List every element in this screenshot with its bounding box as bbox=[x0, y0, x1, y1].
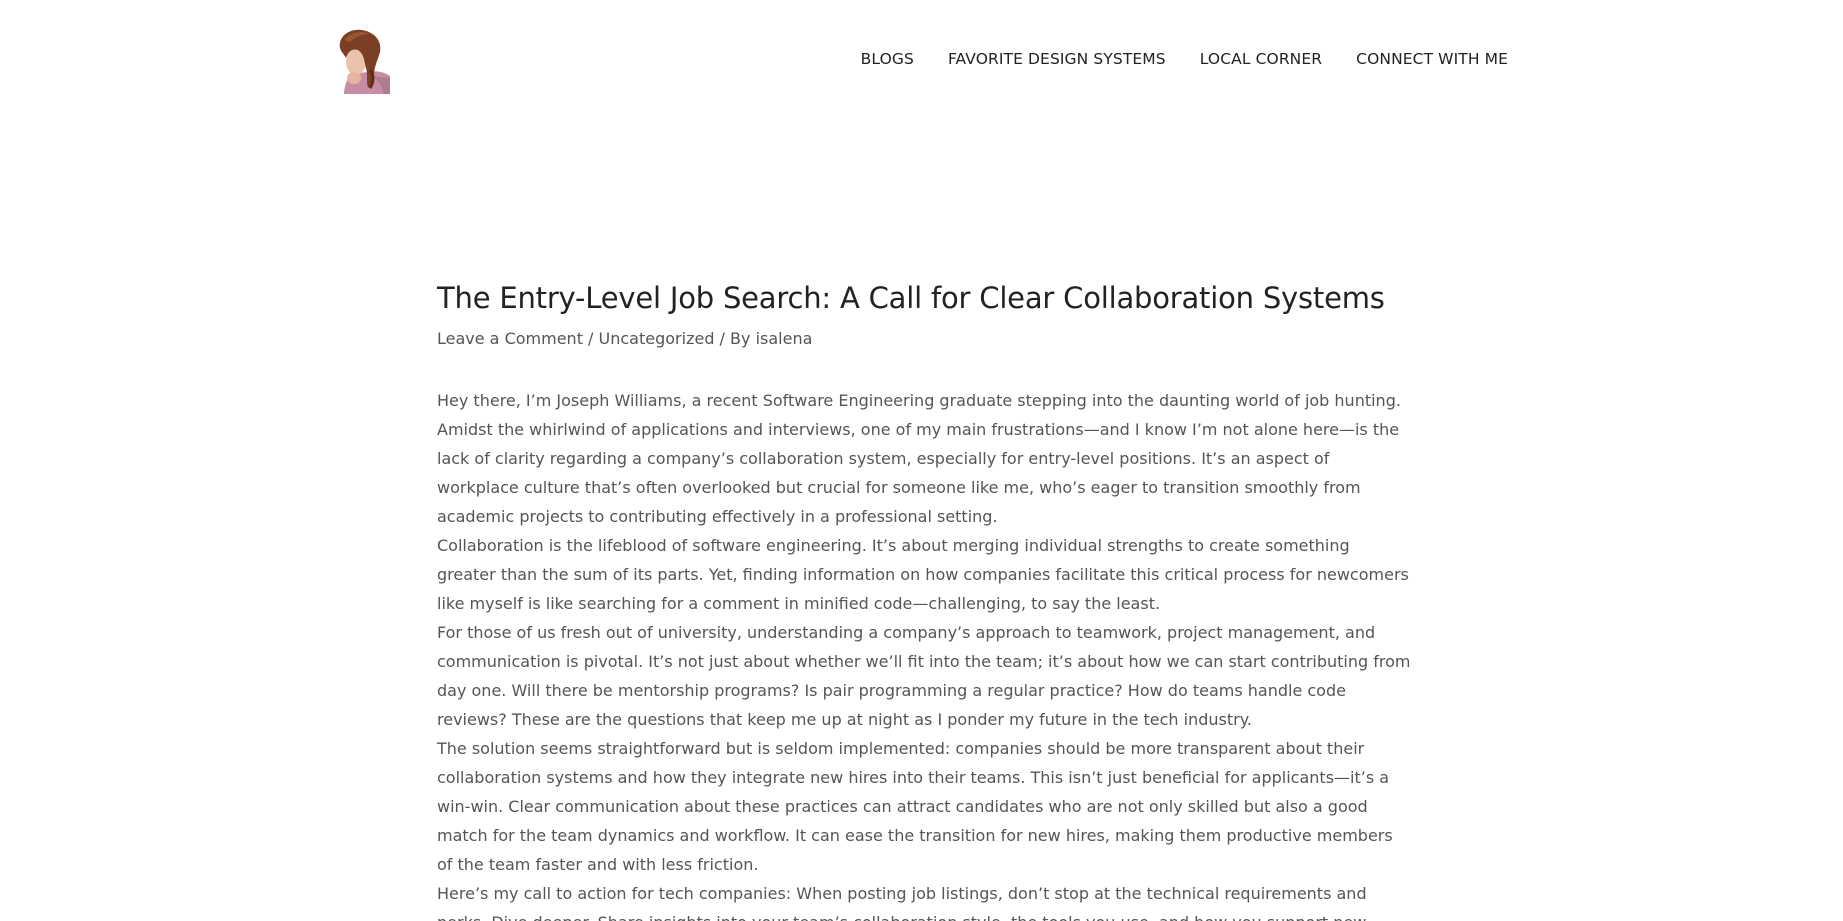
paragraph: Hey there, I’m Joseph Williams, a recent… bbox=[437, 391, 1401, 526]
nav-item-local-corner[interactable]: LOCAL CORNER bbox=[1200, 50, 1322, 68]
category-link[interactable]: Uncategorized bbox=[599, 329, 715, 348]
article: The Entry-Level Job Search: A Call for C… bbox=[437, 278, 1413, 921]
nav-item-connect-with-me[interactable]: CONNECT WITH ME bbox=[1356, 50, 1508, 68]
site-logo[interactable] bbox=[328, 26, 390, 94]
paragraph: Here’s my call to action for tech compan… bbox=[437, 884, 1367, 921]
site-header: BLOGS FAVORITE DESIGN SYSTEMS LOCAL CORN… bbox=[0, 0, 1843, 96]
paragraph: Collaboration is the lifeblood of softwa… bbox=[437, 536, 1409, 613]
post-meta: Leave a Comment / Uncategorized / By isa… bbox=[437, 327, 1413, 351]
meta-by-label: / By bbox=[714, 329, 756, 348]
leave-comment-link[interactable]: Leave a Comment bbox=[437, 329, 583, 348]
author-link[interactable]: isalena bbox=[756, 329, 813, 348]
nav-item-favorite-design-systems[interactable]: FAVORITE DESIGN SYSTEMS bbox=[948, 50, 1166, 68]
nav-item-blogs[interactable]: BLOGS bbox=[861, 50, 914, 68]
paragraph: For those of us fresh out of university,… bbox=[437, 623, 1411, 729]
post-title: The Entry-Level Job Search: A Call for C… bbox=[437, 281, 1385, 315]
avatar bbox=[339, 29, 390, 94]
meta-separator: / bbox=[582, 329, 599, 348]
post-content: Hey there, I’m Joseph Williams, a recent… bbox=[437, 386, 1413, 921]
paragraph: The solution seems straightforward but i… bbox=[437, 739, 1393, 874]
main-nav: BLOGS FAVORITE DESIGN SYSTEMS LOCAL CORN… bbox=[861, 50, 1508, 68]
